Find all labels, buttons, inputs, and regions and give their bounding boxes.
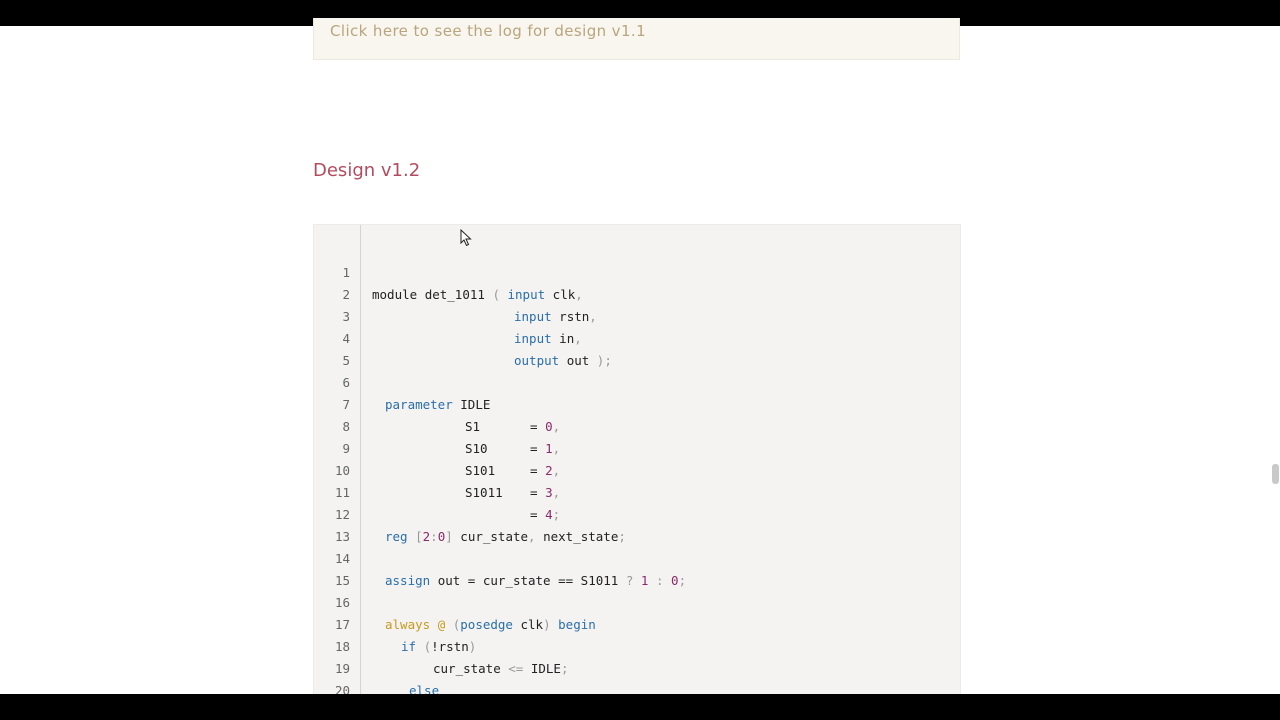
punct: : xyxy=(655,573,664,588)
code-line: 13 xyxy=(314,504,350,544)
code-line: 1 module det_1011 ( input clk, xyxy=(314,240,582,302)
identifier: clk xyxy=(520,617,544,632)
identifier: S10 xyxy=(465,441,488,456)
punct: ] xyxy=(445,529,453,544)
code-line: 15 xyxy=(314,548,350,588)
bottom-letterbox xyxy=(0,694,1280,720)
code-line: 4 output out ); xyxy=(314,306,611,368)
identifier: S1 xyxy=(465,419,481,434)
punct: ? xyxy=(625,573,634,588)
log-collapsible[interactable]: Click here to see the log for design v1.… xyxy=(313,18,960,60)
code-line: 2 input rstn, xyxy=(314,262,596,324)
identifier: clk xyxy=(552,287,576,302)
punct: ; xyxy=(560,661,569,676)
code-line: 9 S101 = 3, xyxy=(314,416,560,500)
page-scrollbar[interactable] xyxy=(1272,464,1279,484)
keyword: always xyxy=(385,617,431,632)
punct: ); xyxy=(596,353,612,368)
code-line: 14 assign out = cur_state == S1011 ? 1 :… xyxy=(314,526,686,588)
punct: , xyxy=(589,309,597,324)
identifier: next_state xyxy=(543,529,619,544)
operator: = xyxy=(530,419,538,434)
code-line: 16 always @ (posedge clk) begin xyxy=(314,570,596,632)
code-line: 11 xyxy=(314,460,350,500)
operator: = xyxy=(530,463,538,478)
code-block: 1 module det_1011 ( input clk, 2 input r… xyxy=(313,224,961,704)
identifier: in xyxy=(559,331,575,346)
punct: ; xyxy=(678,573,687,588)
punct: ( xyxy=(423,639,432,654)
punct: ; xyxy=(618,529,626,544)
operator: <= xyxy=(508,661,524,676)
code-line: 5 xyxy=(314,328,350,368)
code-line: 12 reg [2:0] cur_state, next_state; xyxy=(314,482,626,544)
expression: out = cur_state == S1011 xyxy=(437,573,619,588)
line-number-gutter xyxy=(360,225,361,703)
operator: = xyxy=(530,441,538,456)
code-line: 17 if (!rstn) xyxy=(314,592,476,654)
keyword: posedge xyxy=(460,617,513,632)
code-line: 10 S1011 = 4; xyxy=(314,438,560,522)
punct: , xyxy=(552,485,561,500)
code-line: 19 else xyxy=(314,636,439,698)
operator: = xyxy=(530,485,538,500)
module-name: det_1011 xyxy=(424,287,485,302)
operator: = xyxy=(530,507,538,522)
code-line: 20 cur_state <= next_state; xyxy=(314,658,350,698)
number: 1 xyxy=(545,441,553,456)
code-line: 18 cur_state <= IDLE; xyxy=(314,614,569,676)
punct: ( xyxy=(492,287,500,302)
identifier: S1011 xyxy=(465,485,503,500)
punct: , xyxy=(575,287,583,302)
keyword: input xyxy=(514,331,552,346)
number: 4 xyxy=(545,507,553,522)
punct: : xyxy=(430,529,438,544)
keyword: if xyxy=(401,639,417,654)
punct: ) xyxy=(468,639,477,654)
number: 1 xyxy=(640,573,649,588)
punct: , xyxy=(552,463,561,478)
punct: [ xyxy=(415,529,423,544)
keyword: reg xyxy=(385,529,408,544)
identifier: IDLE xyxy=(530,661,561,676)
identifier: rstn xyxy=(559,309,590,324)
keyword: parameter xyxy=(385,397,453,412)
keyword: begin xyxy=(558,617,596,632)
mouse-cursor-icon xyxy=(460,229,472,247)
punct: ) xyxy=(543,617,551,632)
identifier: !rstn xyxy=(431,639,469,654)
section-title: Design v1.2 xyxy=(313,160,421,181)
punct: , xyxy=(574,331,582,346)
log-link[interactable]: Click here to see the log for design v1.… xyxy=(330,22,646,40)
identifier: cur_state xyxy=(460,529,529,544)
number: 3 xyxy=(545,485,553,500)
identifier: cur_state xyxy=(433,661,501,676)
identifier: out xyxy=(566,353,590,368)
code-line: 6 parameter IDLE = 0, xyxy=(314,350,560,434)
operator: @ xyxy=(437,617,446,632)
keyword: assign xyxy=(385,573,431,588)
keyword: module xyxy=(372,287,418,302)
keyword: output xyxy=(514,353,560,368)
keyword: input xyxy=(514,309,552,324)
code-line: 8 S10 = 2, xyxy=(314,394,560,478)
punct: ; xyxy=(552,507,561,522)
keyword: input xyxy=(507,287,546,302)
identifier: S101 xyxy=(465,463,496,478)
number: 0 xyxy=(671,573,679,588)
number: 0 xyxy=(545,419,553,434)
code-line: 3 input in, xyxy=(314,284,581,346)
code-line: 7 S1 = 1, xyxy=(314,372,560,456)
punct: , xyxy=(552,419,561,434)
number: 2 xyxy=(545,463,553,478)
punct: , xyxy=(528,529,536,544)
identifier: IDLE xyxy=(460,397,491,412)
punct: , xyxy=(552,441,561,456)
